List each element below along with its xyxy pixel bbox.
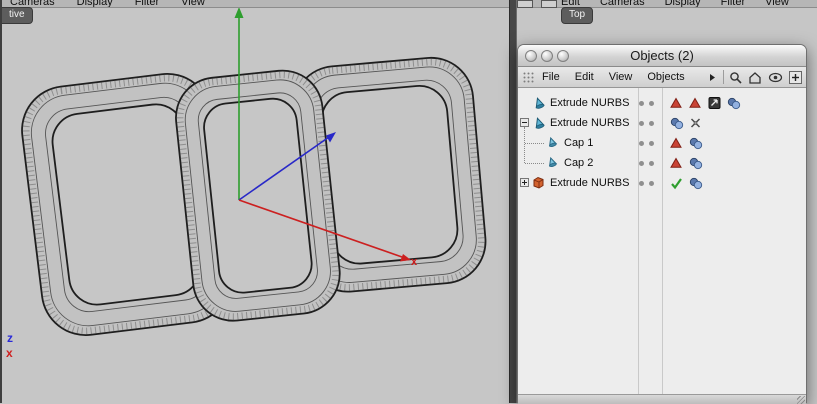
object-row[interactable]: Extrude NURBS bbox=[518, 93, 806, 113]
visibility-dot[interactable] bbox=[639, 181, 644, 186]
phong-icon[interactable] bbox=[689, 137, 703, 150]
palette-title: Objects (2) bbox=[630, 48, 694, 63]
drag-handle-icon[interactable] bbox=[522, 70, 536, 84]
axis-gizmo-z-label: z bbox=[7, 331, 13, 345]
object-row[interactable]: Extrude NURBS bbox=[518, 113, 806, 133]
menu-filter[interactable]: Filter bbox=[721, 0, 745, 7]
expander-plus-icon[interactable] bbox=[520, 178, 529, 187]
home-icon[interactable] bbox=[748, 71, 762, 84]
perspective-viewport[interactable]: Cameras Display Filter View tive z x x bbox=[0, 0, 509, 403]
menu-view[interactable]: View bbox=[181, 0, 205, 7]
menu-overflow-arrow-icon[interactable] bbox=[709, 73, 716, 82]
axis-gizmo-x-label: x bbox=[6, 346, 13, 360]
axis-x-end-label: x bbox=[411, 256, 418, 268]
menu-display[interactable]: Display bbox=[77, 0, 113, 7]
palette-menu-objects[interactable]: Objects bbox=[647, 71, 684, 83]
palette-titlebar[interactable]: Objects (2) bbox=[518, 45, 806, 67]
object-label: Cap 1 bbox=[564, 137, 594, 149]
visibility-dot[interactable] bbox=[649, 141, 654, 146]
scene-3d bbox=[21, 7, 487, 337]
menu-display[interactable]: Display bbox=[665, 0, 701, 7]
cross-tag-icon[interactable] bbox=[689, 117, 702, 129]
phong-icon[interactable] bbox=[689, 157, 703, 170]
view-label-top[interactable]: Top bbox=[561, 7, 594, 24]
object-row[interactable]: Cap 2 bbox=[518, 153, 806, 173]
palette-menu-file[interactable]: File bbox=[542, 71, 560, 83]
objects-panel-window: Objects (2) File Edit View Objects Extrude … bbox=[517, 44, 807, 404]
phong-icon[interactable] bbox=[727, 97, 741, 110]
extrude-blue-icon bbox=[532, 96, 546, 110]
object-label: Extrude NURBS bbox=[550, 117, 630, 129]
add-icon[interactable] bbox=[788, 70, 802, 84]
red-tri-icon[interactable] bbox=[670, 137, 682, 149]
viewport-window-icon[interactable] bbox=[517, 0, 533, 8]
object-label: Cap 2 bbox=[564, 157, 594, 169]
extrude-red-icon bbox=[532, 176, 545, 189]
left-viewport-menubar: Cameras Display Filter View bbox=[2, 0, 509, 8]
menu-cameras[interactable]: Cameras bbox=[600, 0, 645, 7]
left-viewport-menu: Cameras Display Filter View bbox=[2, 0, 509, 7]
toolbar-separator bbox=[722, 70, 724, 84]
extrude-blue-icon bbox=[532, 116, 546, 130]
visibility-dot[interactable] bbox=[649, 121, 654, 126]
palette-menu-edit[interactable]: Edit bbox=[575, 71, 594, 83]
visibility-dot[interactable] bbox=[649, 101, 654, 106]
viewport-window-icon[interactable] bbox=[541, 0, 557, 8]
red-tri-icon[interactable] bbox=[670, 157, 682, 169]
cap-blue-icon bbox=[546, 136, 558, 148]
frame-object-middle[interactable] bbox=[172, 67, 344, 325]
palette-menu-view[interactable]: View bbox=[609, 71, 633, 83]
app-root: { "left_viewport": { "label": "tive", "m… bbox=[0, 0, 817, 404]
tree-connector bbox=[525, 143, 544, 144]
palette-menubar: File Edit View Objects bbox=[518, 67, 806, 88]
object-row[interactable]: Cap 1 bbox=[518, 133, 806, 153]
visibility-dot[interactable] bbox=[649, 161, 654, 166]
search-icon[interactable] bbox=[729, 71, 742, 84]
visibility-dot[interactable] bbox=[639, 141, 644, 146]
palette-toolbar bbox=[729, 70, 802, 84]
object-label: Extrude NURBS bbox=[550, 97, 630, 109]
palette-menu: File Edit View Objects bbox=[542, 71, 685, 83]
visibility-dot[interactable] bbox=[639, 101, 644, 106]
green-check-icon[interactable] bbox=[670, 177, 683, 190]
arrow-tag-icon[interactable] bbox=[708, 97, 721, 109]
visibility-dot[interactable] bbox=[639, 161, 644, 166]
tree-connector bbox=[525, 163, 544, 164]
eye-icon[interactable] bbox=[768, 72, 783, 83]
view-label-perspective[interactable]: tive bbox=[2, 7, 33, 24]
red-tri-icon[interactable] bbox=[689, 97, 701, 109]
visibility-dot[interactable] bbox=[639, 121, 644, 126]
visibility-dot[interactable] bbox=[649, 181, 654, 186]
viewport-splitter[interactable] bbox=[509, 0, 517, 403]
phong-icon[interactable] bbox=[670, 117, 684, 130]
red-tri-icon[interactable] bbox=[670, 97, 682, 109]
object-list: Extrude NURBS Extrude NURBS Cap 1 Cap 2 Extr… bbox=[518, 88, 806, 394]
object-row[interactable]: Extrude NURBS bbox=[518, 173, 806, 193]
menu-filter[interactable]: Filter bbox=[135, 0, 159, 7]
expander-minus-icon[interactable] bbox=[520, 118, 529, 127]
cap-blue-icon bbox=[546, 156, 558, 168]
object-label: Extrude NURBS bbox=[550, 177, 630, 189]
phong-icon[interactable] bbox=[689, 177, 703, 190]
menu-view[interactable]: View bbox=[765, 0, 789, 7]
